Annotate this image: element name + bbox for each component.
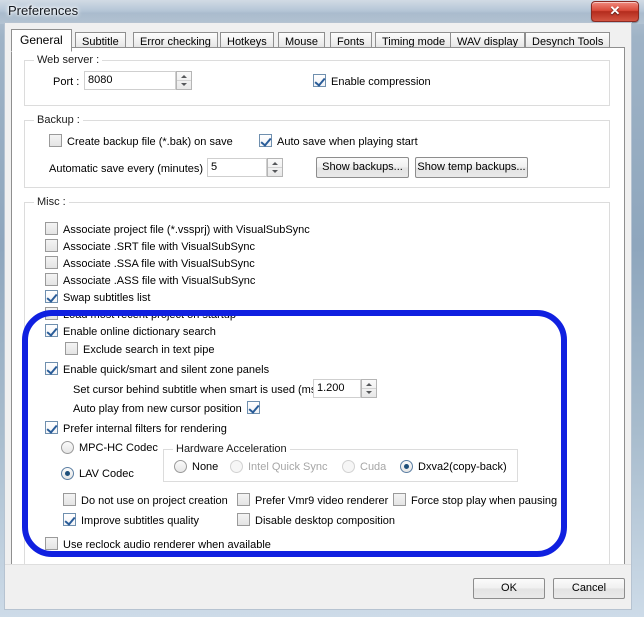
assoc-project-checkbox[interactable] bbox=[45, 222, 58, 235]
misc-group-label: Misc : bbox=[34, 196, 69, 208]
online-dictionary-label: Enable online dictionary search bbox=[63, 326, 216, 338]
assoc-ssa-checkbox[interactable] bbox=[45, 256, 58, 269]
window-title: Preferences bbox=[8, 3, 79, 18]
load-recent-project-label: Load most recent project on startup bbox=[63, 309, 237, 321]
tab-general[interactable]: General bbox=[11, 29, 72, 52]
set-cursor-label: Set cursor behind subtitle when smart is… bbox=[73, 384, 320, 396]
cancel-button[interactable]: Cancel bbox=[553, 578, 625, 599]
auto-save-label: Auto save when playing start bbox=[277, 136, 418, 148]
assoc-srt-label: Associate .SRT file with VisualSubSync bbox=[63, 241, 255, 253]
web-server-group-label: Web server : bbox=[34, 54, 103, 66]
backup-group: Backup : Create backup file (*.bak) on s… bbox=[24, 114, 610, 188]
hardware-acceleration-group-label: Hardware Acceleration bbox=[173, 443, 290, 455]
mpc-hc-codec-radio[interactable] bbox=[61, 441, 74, 454]
load-recent-project-checkbox[interactable] bbox=[45, 307, 58, 320]
tab-panel-general: Web server : Port : 8080 Enable compress… bbox=[11, 47, 625, 585]
disable-desktop-composition-checkbox[interactable] bbox=[237, 513, 250, 526]
quick-smart-panels-checkbox[interactable] bbox=[45, 362, 58, 375]
set-cursor-stepper-down-icon[interactable] bbox=[362, 389, 376, 397]
assoc-srt-checkbox[interactable] bbox=[45, 239, 58, 252]
port-stepper[interactable] bbox=[176, 71, 192, 90]
interval-stepper-down-icon[interactable] bbox=[268, 168, 282, 176]
enable-compression-checkbox[interactable] bbox=[313, 74, 326, 87]
title-bar: Preferences ✕ bbox=[0, 0, 644, 24]
port-stepper-up-icon[interactable] bbox=[177, 72, 191, 80]
force-stop-play-checkbox[interactable] bbox=[393, 493, 406, 506]
auto-save-checkbox[interactable] bbox=[259, 134, 272, 147]
force-stop-play-label: Force stop play when pausing bbox=[411, 495, 558, 507]
assoc-ass-checkbox[interactable] bbox=[45, 273, 58, 286]
prefer-internal-filters-checkbox[interactable] bbox=[45, 421, 58, 434]
set-cursor-stepper-up-icon[interactable] bbox=[362, 380, 376, 388]
hwaccel-intel-quick-sync-label: Intel Quick Sync bbox=[248, 461, 328, 473]
backup-group-label: Backup : bbox=[34, 114, 83, 126]
hwaccel-cuda-label: Cuda bbox=[360, 461, 387, 473]
dialog-footer: OK Cancel bbox=[5, 564, 631, 609]
auto-save-interval-stepper[interactable] bbox=[267, 158, 283, 177]
close-icon: ✕ bbox=[609, 3, 621, 18]
lav-codec-radio[interactable] bbox=[61, 467, 74, 480]
swap-subtitles-checkbox[interactable] bbox=[45, 290, 58, 303]
hwaccel-dxva2-radio[interactable] bbox=[400, 460, 413, 473]
use-reclock-label: Use reclock audio renderer when availabl… bbox=[63, 539, 271, 551]
prefer-internal-filters-label: Prefer internal filters for rendering bbox=[63, 423, 227, 435]
mpc-hc-codec-label: MPC-HC Codec bbox=[79, 442, 158, 454]
hwaccel-intel-quick-sync-radio bbox=[230, 460, 243, 473]
close-button[interactable]: ✕ bbox=[591, 1, 639, 22]
auto-save-interval-label: Automatic save every (minutes) : bbox=[49, 163, 210, 175]
prefer-vmr9-checkbox[interactable] bbox=[237, 493, 250, 506]
ok-button[interactable]: OK bbox=[473, 578, 545, 599]
hwaccel-none-label: None bbox=[192, 461, 219, 473]
interval-stepper-up-icon[interactable] bbox=[268, 159, 282, 167]
exclude-text-pipe-checkbox[interactable] bbox=[65, 342, 78, 355]
create-backup-label: Create backup file (*.bak) on save bbox=[67, 136, 233, 148]
port-label: Port : bbox=[53, 76, 80, 88]
prefer-vmr9-label: Prefer Vmr9 video renderer bbox=[255, 495, 389, 507]
improve-subtitles-quality-checkbox[interactable] bbox=[63, 513, 76, 526]
web-server-group: Web server : Port : 8080 Enable compress… bbox=[24, 54, 610, 106]
auto-save-interval-input[interactable]: 5 bbox=[207, 158, 267, 177]
no-project-creation-checkbox[interactable] bbox=[63, 493, 76, 506]
use-reclock-checkbox[interactable] bbox=[45, 537, 58, 550]
assoc-ass-label: Associate .ASS file with VisualSubSync bbox=[63, 275, 256, 287]
exclude-text-pipe-label: Exclude search in text pipe bbox=[83, 344, 215, 356]
auto-play-checkbox[interactable] bbox=[247, 401, 260, 414]
quick-smart-panels-label: Enable quick/smart and silent zone panel… bbox=[63, 364, 270, 376]
set-cursor-stepper[interactable] bbox=[361, 379, 377, 398]
hwaccel-dxva2-label: Dxva2(copy-back) bbox=[418, 461, 507, 473]
improve-subtitles-quality-label: Improve subtitles quality bbox=[81, 515, 199, 527]
hwaccel-none-radio[interactable] bbox=[174, 460, 187, 473]
port-input[interactable]: 8080 bbox=[84, 71, 176, 90]
show-temp-backups-button[interactable]: Show temp backups... bbox=[415, 157, 528, 178]
no-project-creation-label: Do not use on project creation bbox=[81, 495, 228, 507]
port-stepper-down-icon[interactable] bbox=[177, 81, 191, 89]
swap-subtitles-label: Swap subtitles list bbox=[63, 292, 151, 304]
assoc-ssa-label: Associate .SSA file with VisualSubSync bbox=[63, 258, 255, 270]
assoc-project-label: Associate project file (*.vssprj) with V… bbox=[63, 224, 310, 236]
create-backup-checkbox[interactable] bbox=[49, 134, 62, 147]
hardware-acceleration-group: Hardware Acceleration None Intel Quick S… bbox=[163, 443, 518, 482]
set-cursor-input[interactable]: 1.200 bbox=[313, 379, 361, 398]
show-backups-button[interactable]: Show backups... bbox=[316, 157, 409, 178]
online-dictionary-checkbox[interactable] bbox=[45, 324, 58, 337]
misc-group: Misc : Associate project file (*.vssprj)… bbox=[24, 196, 610, 567]
lav-codec-label: LAV Codec bbox=[79, 468, 134, 480]
dialog-client-area: General Subtitle Error checking Hotkeys … bbox=[4, 22, 632, 610]
enable-compression-label: Enable compression bbox=[331, 76, 431, 88]
disable-desktop-composition-label: Disable desktop composition bbox=[255, 515, 396, 527]
auto-play-label: Auto play from new cursor position bbox=[73, 403, 242, 415]
hwaccel-cuda-radio bbox=[342, 460, 355, 473]
preferences-window: Preferences ✕ General Subtitle Error che… bbox=[0, 0, 644, 617]
